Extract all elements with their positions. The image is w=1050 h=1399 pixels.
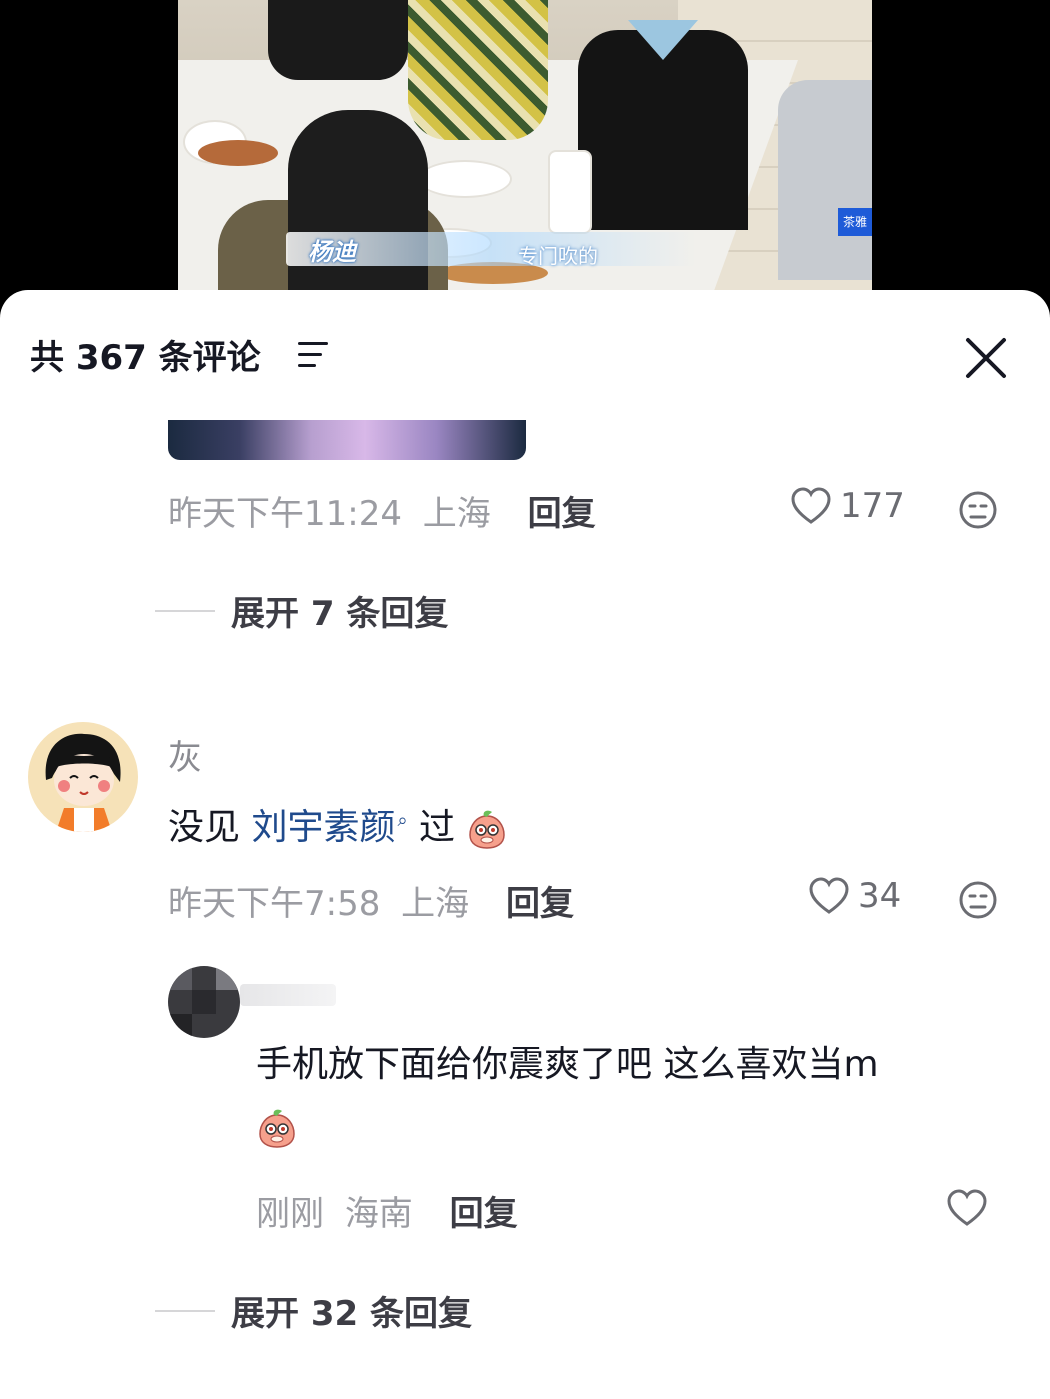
filter-icon[interactable] bbox=[298, 342, 330, 370]
avatar-blurred-icon bbox=[168, 966, 240, 1038]
like-button[interactable]: 177 bbox=[790, 486, 905, 526]
video-caption-text: 专门吹的 bbox=[518, 244, 598, 268]
comment-text-before: 没见 bbox=[168, 807, 252, 848]
expand-replies-label: 展开 7 条回复 bbox=[231, 594, 449, 634]
comment-location: 上海 bbox=[422, 494, 491, 534]
expand-replies-label: 展开 32 条回复 bbox=[231, 1294, 472, 1334]
video-caption-name: 杨迪 bbox=[308, 238, 356, 266]
reply-time: 刚刚 bbox=[256, 1194, 324, 1234]
video-plate bbox=[418, 160, 512, 198]
dislike-icon[interactable] bbox=[958, 490, 998, 530]
comment-time: 昨天下午11:24 bbox=[168, 494, 402, 534]
comment-count: 共 367 条评论 bbox=[30, 338, 261, 378]
search-icon[interactable]: ⌕ bbox=[397, 810, 407, 831]
video-person bbox=[408, 0, 548, 140]
avatar-cartoon-icon bbox=[28, 722, 138, 832]
reply-button[interactable]: 回复 bbox=[506, 884, 574, 924]
like-button[interactable] bbox=[946, 1188, 988, 1228]
video-person bbox=[268, 0, 408, 80]
like-count: 34 bbox=[858, 876, 902, 916]
like-button[interactable]: 34 bbox=[808, 876, 901, 916]
reply-username-blurred bbox=[240, 984, 336, 1006]
comment-text: 没见 刘宇素颜 ⌕ 过 bbox=[168, 790, 508, 859]
user-avatar[interactable] bbox=[28, 722, 138, 832]
comment-location: 上海 bbox=[401, 884, 470, 924]
divider-line bbox=[155, 609, 215, 612]
video-person bbox=[288, 110, 428, 300]
comment-username[interactable]: 灰 bbox=[168, 730, 202, 779]
comment-text-after: 过 bbox=[407, 807, 456, 848]
video-logo-badge: 茶雅 bbox=[838, 208, 872, 236]
reply-text-line: 手机放下面给你震爽了吧 这么喜欢当m bbox=[256, 1044, 879, 1085]
video-food bbox=[198, 140, 278, 166]
heart-icon bbox=[947, 1189, 987, 1226]
video-cup bbox=[548, 150, 592, 234]
expand-replies-button[interactable]: 展开 32 条回复 bbox=[155, 1286, 472, 1335]
expand-replies-button[interactable]: 展开 7 条回复 bbox=[155, 586, 448, 635]
reply-location: 海南 bbox=[344, 1194, 413, 1234]
video-person bbox=[578, 20, 748, 230]
mention-link[interactable]: 刘宇素颜 bbox=[251, 807, 395, 848]
reply-meta: 刚刚 海南 回复 bbox=[256, 1186, 518, 1235]
reply-avatar[interactable] bbox=[168, 966, 240, 1038]
video-player[interactable]: 杨迪 专门吹的 茶雅 bbox=[178, 0, 872, 300]
peach-emoji-icon bbox=[259, 1109, 295, 1148]
reply-text: 手机放下面给你震爽了吧 这么喜欢当m bbox=[256, 1034, 996, 1158]
heart-icon bbox=[791, 487, 831, 524]
dislike-icon[interactable] bbox=[958, 880, 998, 920]
video-person bbox=[778, 80, 872, 280]
comment-image[interactable] bbox=[168, 420, 526, 460]
close-icon[interactable] bbox=[962, 334, 1010, 382]
reply-button[interactable]: 回复 bbox=[450, 1194, 518, 1234]
comment-meta: 昨天下午7:58 上海 回复 bbox=[168, 876, 574, 925]
heart-icon bbox=[809, 877, 849, 914]
like-count: 177 bbox=[840, 486, 905, 526]
peach-emoji-icon bbox=[469, 810, 506, 849]
comment-time: 昨天下午7:58 bbox=[168, 884, 381, 924]
reply-button[interactable]: 回复 bbox=[528, 494, 596, 534]
divider-line bbox=[155, 1309, 215, 1312]
comment-meta: 昨天下午11:24 上海 回复 bbox=[168, 486, 596, 535]
comments-sheet: 共 367 条评论 昨天下午11:24 上海 回复 177 展开 7 条回复 灰… bbox=[0, 290, 1050, 1399]
